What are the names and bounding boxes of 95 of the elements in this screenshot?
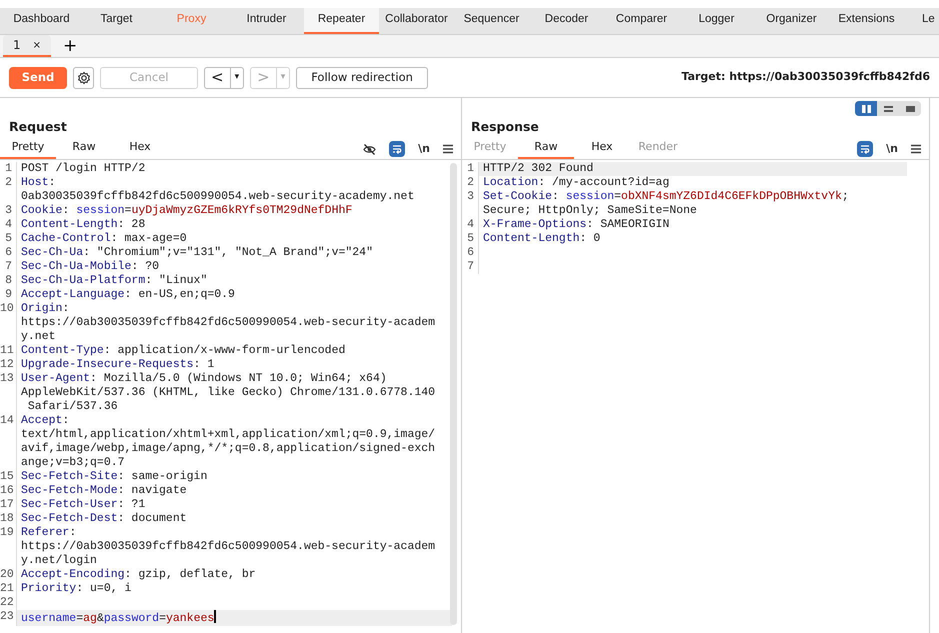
pane-title: Request — [8, 118, 68, 136]
line-number: 20 — [0, 568, 17, 582]
line-number: 21 — [0, 582, 17, 596]
code-line: Cache-Control: max-age=0 — [20, 232, 188, 246]
code-line: Sec-Fetch-User: ?1 — [20, 498, 146, 512]
line-number: 13 — [0, 372, 17, 414]
tool-tab[interactable]: Sequencer — [454, 8, 529, 34]
repeater-tab[interactable]: 1 × — [3, 35, 52, 57]
code-line: Sec-Fetch-Site: same-origin — [20, 470, 208, 484]
line-number: 19 — [0, 526, 17, 568]
line-number: 4 — [462, 218, 479, 232]
code-line: POST /login HTTP/2 — [20, 162, 146, 176]
word-wrap-icon[interactable] — [389, 141, 406, 157]
code-line: Location: /my-account?id=ag — [482, 176, 670, 190]
code-line: Content-Length: 28 — [20, 218, 146, 232]
line-number: 12 — [0, 358, 17, 372]
newline-toggle[interactable]: \n — [418, 140, 430, 158]
code-line: Priority: u=0, i — [20, 582, 132, 596]
code-line: User-Agent: Mozilla/5.0 (Windows NT 10.0; Win64; x64) AppleWebKit/537.36 (KHTML, like Gecko) Chrome/131.0.6778.140 Safari/537.36 — [20, 372, 436, 414]
line-number: 7 — [462, 260, 479, 274]
line-number: 16 — [0, 484, 17, 498]
tool-tab[interactable]: Target — [79, 8, 154, 34]
line-number: 5 — [462, 232, 479, 246]
dropdown-button[interactable]: ▾ — [230, 66, 244, 88]
view-tab[interactable]: Raw — [56, 137, 112, 159]
layout-icon[interactable] — [906, 104, 914, 112]
follow-redirection-button[interactable]: Follow redirection — [296, 66, 428, 88]
line-number: 1 — [0, 162, 17, 176]
code-line: Set-Cookie: session=obXNF4smYZ6DId4C6EFkDPpOBHWxtvYk; Secure; HttpOnly; SameSite=None — [482, 190, 850, 218]
code-line: Host: 0ab30035039fcffb842fd6c500990054.web-security-academy.net — [20, 176, 416, 204]
line-number: 4 — [0, 218, 17, 232]
code-line: Cookie: session=uyDjaWmyzGZEm6kRYfs0TM29dNefDHhF — [20, 204, 354, 218]
view-tab[interactable]: Hex — [574, 137, 630, 159]
tool-tab[interactable]: Collaborator — [379, 8, 454, 34]
code-line: Sec-Fetch-Dest: document — [20, 512, 188, 526]
menu-icon[interactable] — [443, 144, 453, 154]
eye-slash-icon[interactable] — [363, 142, 376, 156]
line-number: 15 — [0, 470, 17, 484]
tab-label[interactable]: 1 — [13, 36, 21, 54]
back-button[interactable]: < — [204, 66, 231, 88]
line-number: 18 — [0, 512, 17, 526]
code-line: X-Frame-Options: SAMEORIGIN — [482, 218, 670, 232]
layout-button[interactable] — [855, 101, 877, 116]
line-number: 8 — [0, 274, 17, 288]
code-line: Sec-Ch-Ua-Mobile: ?0 — [20, 260, 160, 274]
line-number: 2 — [0, 176, 17, 204]
menu-icon[interactable] — [911, 144, 921, 154]
line-number: 6 — [0, 246, 17, 260]
tool-tab[interactable]: Organizer — [754, 8, 829, 34]
code-line: Content-Type: application/x-www-form-urlencoded — [20, 344, 346, 358]
tool-tab[interactable]: Decoder — [529, 8, 604, 34]
tool-tab[interactable]: Dashboard — [4, 8, 79, 34]
line-number: 3 — [462, 190, 479, 218]
line-number: 14 — [0, 414, 17, 470]
newline-toggle[interactable]: \n — [886, 140, 898, 158]
view-tab[interactable]: Raw — [518, 137, 574, 159]
text-cursor — [214, 610, 216, 623]
layout-icon[interactable] — [862, 104, 870, 112]
target-label: Target: https://0ab30035039fcffb842fd6 — [681, 69, 930, 86]
code-line: Sec-Fetch-Mode: navigate — [20, 484, 188, 498]
line-number: 6 — [462, 246, 479, 260]
view-tab[interactable]: Hex — [112, 137, 168, 159]
code-line: Sec-Ch-Ua: "Chromium";v="131", "Not_A Brand";v="24" — [20, 246, 374, 260]
layout-icon[interactable] — [884, 104, 892, 112]
settings-icon — [76, 70, 90, 84]
tool-tab[interactable]: Repeater — [304, 8, 379, 34]
tool-tab[interactable]: Extensions — [829, 8, 904, 34]
code-line: Accept-Language: en-US,en;q=0.9 — [20, 288, 236, 302]
word-wrap-icon[interactable] — [857, 141, 874, 157]
tool-tab[interactable]: Le — [904, 8, 935, 34]
line-number: 9 — [0, 288, 17, 302]
code-line: Upgrade-Insecure-Requests: 1 — [20, 358, 216, 372]
pane-title: Response — [470, 118, 540, 136]
tool-tab[interactable]: Logger — [679, 8, 754, 34]
code-line: Referer: https://0ab30035039fcffb842fd6c500990054.web-security-academy.net/login — [20, 526, 436, 568]
view-tab[interactable]: Pretty — [0, 137, 56, 159]
code-line: Accept-Encoding: gzip, deflate, br — [20, 568, 257, 582]
code-line: Accept: text/html,application/xhtml+xml,application/xml;q=0.9,image/avif,image/webp,image/apng,*/*;q=0.8,application/signed-exchange;v=b3;q=0.7 — [20, 414, 436, 470]
code-line: Origin: https://0ab30035039fcffb842fd6c500990054.web-security-academy.net — [20, 302, 436, 344]
settings-button[interactable] — [73, 66, 94, 88]
close-icon[interactable]: × — [32, 38, 42, 52]
code-line: Content-Length: 0 — [482, 232, 602, 246]
code-line: Sec-Ch-Ua-Platform: "Linux" — [20, 274, 208, 288]
line-number: 22 — [0, 596, 17, 610]
add-tab-button[interactable]: + — [57, 35, 84, 57]
tool-tab[interactable]: Intruder — [229, 8, 304, 34]
line-number: 10 — [0, 302, 17, 344]
line-number: 7 — [0, 260, 17, 274]
line-number: 2 — [462, 176, 479, 190]
line-number: 3 — [0, 204, 17, 218]
scrollbar[interactable] — [450, 163, 457, 625]
tool-tab[interactable]: Comparer — [604, 8, 679, 34]
line-number: 11 — [0, 344, 17, 358]
line-number: 5 — [0, 232, 17, 246]
line-number: 17 — [0, 498, 17, 512]
